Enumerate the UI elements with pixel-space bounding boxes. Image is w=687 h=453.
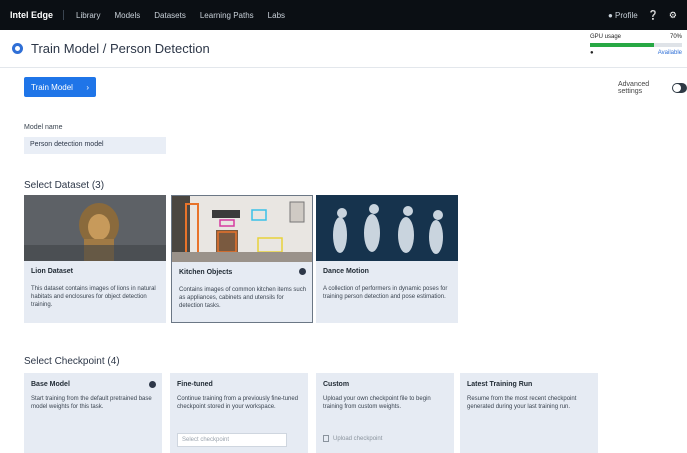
page-header: Train Model / Person Detection: [0, 30, 687, 68]
dataset-thumbnail: [316, 195, 458, 261]
advanced-toggle[interactable]: [671, 83, 687, 93]
info-icon[interactable]: [149, 381, 156, 388]
gpu-usage-panel: GPU usage 70% ● Available: [590, 34, 682, 64]
train-model-button[interactable]: Train Model ›: [24, 77, 96, 97]
page-title: Train Model / Person Detection: [31, 41, 210, 56]
dataset-card-lion[interactable]: Lion Dataset This dataset contains image…: [24, 195, 166, 323]
gpu-value: 70%: [669, 34, 682, 40]
gpu-progress-bar: [590, 43, 682, 47]
dataset-description: A collection of performers in dynamic po…: [323, 286, 448, 300]
dataset-description: This dataset contains images of lions in…: [31, 286, 156, 308]
nav-item[interactable]: Datasets: [154, 11, 186, 20]
user-icon: ●: [607, 10, 613, 20]
checkpoint-description: Upload your own checkpoint file to begin…: [323, 396, 431, 410]
toolbar: Train Model › Advanced settings: [0, 74, 687, 102]
model-name-field[interactable]: Person detection model: [24, 137, 166, 154]
checkpoint-card[interactable]: Fine-tuned Continue training from a prev…: [170, 373, 308, 453]
dataset-title: Kitchen Objects: [179, 269, 233, 276]
nav-item[interactable]: Models: [114, 11, 140, 20]
info-icon[interactable]: [299, 268, 306, 275]
checkpoint-card[interactable]: Latest Training Run Resume from the most…: [460, 373, 598, 453]
gpu-status-link[interactable]: Available: [658, 50, 682, 56]
checkpoint-description: Resume from the most recent checkpoint g…: [467, 396, 577, 410]
nav-item[interactable]: Learning Paths: [200, 11, 254, 20]
checkpoint-description: Continue training from a previously fine…: [177, 396, 299, 410]
checkpoint-description: Start training from the default pretrain…: [31, 396, 152, 410]
nav-item[interactable]: Labs: [268, 11, 285, 20]
checkpoint-card[interactable]: Custom Upload your own checkpoint file t…: [316, 373, 454, 453]
dataset-card-kitchen[interactable]: Kitchen Objects Contains images of commo…: [171, 195, 313, 323]
upload-checkpoint-link[interactable]: Upload checkpoint: [323, 435, 382, 442]
top-nav: Library Models Datasets Learning Paths L…: [76, 11, 285, 20]
topbar-actions: ● Profile ❔ ⚙: [608, 10, 677, 21]
dataset-title: Dance Motion: [323, 268, 369, 275]
checkpoint-title: Fine-tuned: [177, 381, 213, 388]
target-icon: [12, 43, 23, 54]
chevron-right-icon: ›: [86, 82, 89, 92]
checkpoint-card[interactable]: Base Model Start training from the defau…: [24, 373, 162, 453]
dataset-card-dance[interactable]: Dance Motion A collection of performers …: [316, 195, 458, 323]
status-dot-icon: ●: [590, 50, 594, 56]
checkpoint-title: Custom: [323, 381, 350, 388]
toggle-label: Advanced settings: [618, 81, 650, 95]
user-label: Profile: [615, 10, 638, 20]
gear-icon[interactable]: ⚙: [669, 10, 677, 21]
model-name-label: Model name: [24, 124, 63, 131]
nav-item[interactable]: Library: [76, 11, 100, 20]
checkpoint-title: Latest Training Run: [467, 381, 533, 388]
upload-icon: [323, 435, 329, 442]
dataset-thumbnail: [172, 196, 312, 262]
help-icon[interactable]: ❔: [648, 10, 659, 21]
train-model-label: Train Model: [31, 82, 73, 92]
gpu-progress-fill: [590, 43, 655, 47]
checkpoint-select-input[interactable]: Select checkpoint: [177, 433, 287, 447]
checkpoint-title: Base Model: [31, 381, 70, 388]
brand-logo[interactable]: Intel Edge: [10, 10, 65, 20]
upload-label: Upload checkpoint: [333, 435, 383, 442]
dataset-description: Contains images of common kitchen items …: [179, 287, 307, 309]
dataset-heading: Select Dataset (3): [24, 180, 105, 191]
lion-image: [24, 195, 166, 261]
dance-image: [316, 195, 458, 261]
advanced-toggle-group: Advanced settings: [618, 81, 687, 95]
checkpoint-heading: Select Checkpoint (4): [24, 356, 120, 367]
top-navigation-bar: Intel Edge Library Models Datasets Learn…: [0, 0, 687, 30]
user-menu[interactable]: ● Profile: [608, 11, 638, 20]
kitchen-image: [172, 196, 312, 262]
dataset-title: Lion Dataset: [31, 268, 74, 275]
dataset-thumbnail: [24, 195, 166, 261]
gpu-label: GPU usage: [590, 34, 622, 40]
